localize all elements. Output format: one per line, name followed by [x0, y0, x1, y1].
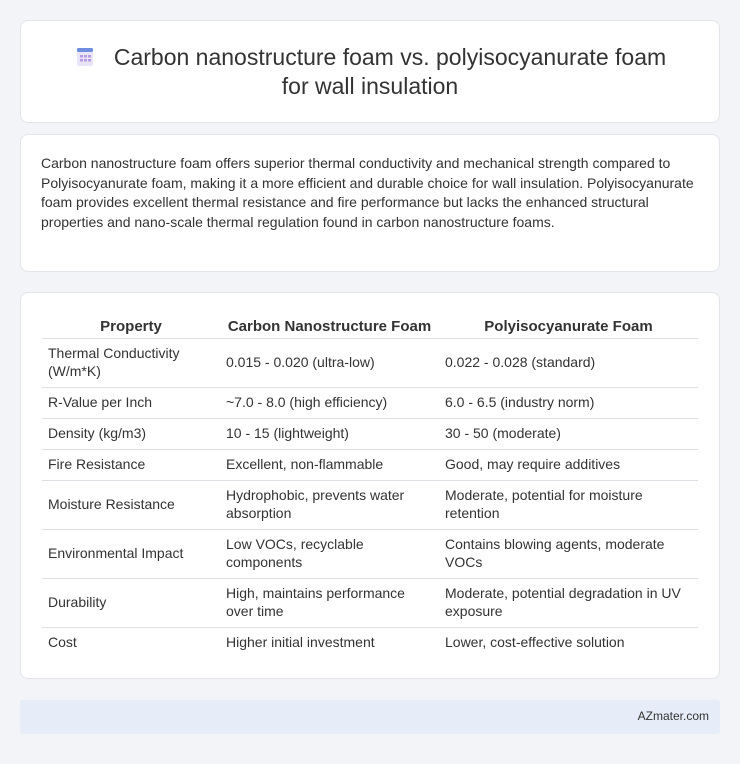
carbon-value-cell: 0.015 - 0.020 (ultra-low)	[220, 338, 439, 388]
polyiso-value-cell: 30 - 50 (moderate)	[439, 418, 698, 450]
polyiso-value-cell: Lower, cost-effective solution	[445, 634, 625, 650]
carbon-value-cell: Higher initial investment	[226, 634, 375, 650]
table-header-row: Property Carbon Nanostructure Foam Polyi…	[42, 313, 698, 339]
table-row: Durability High, maintains performance o…	[42, 578, 698, 628]
property-cell: Fire Resistance	[42, 449, 220, 481]
property-cell: Cost	[48, 634, 77, 650]
property-cell: Density (kg/m3)	[42, 418, 220, 450]
polyiso-value-cell: Moderate, potential for moisture retenti…	[439, 480, 698, 530]
polyiso-value-cell: Good, may require additives	[439, 449, 698, 481]
title-card: Carbon nanostructure foam vs. polyisocya…	[20, 20, 720, 123]
table-row: R-Value per Inch ~7.0 - 8.0 (high effici…	[42, 387, 698, 419]
property-cell: Environmental Impact	[42, 529, 220, 579]
table-row: Cost Higher initial investment Lower, co…	[42, 627, 698, 658]
header-carbon-foam: Carbon Nanostructure Foam	[220, 313, 439, 339]
polyiso-value-cell: 6.0 - 6.5 (industry norm)	[439, 387, 698, 419]
property-cell: Durability	[42, 578, 220, 628]
property-cell: R-Value per Inch	[42, 387, 220, 419]
carbon-value-cell: 10 - 15 (lightweight)	[220, 418, 439, 450]
polyiso-value-cell: Moderate, potential degradation in UV ex…	[439, 578, 698, 628]
document-icon	[76, 48, 93, 66]
polyiso-value-cell: Contains blowing agents, moderate VOCs	[439, 529, 698, 579]
carbon-value-cell: ~7.0 - 8.0 (high efficiency)	[220, 387, 439, 419]
page-title: Carbon nanostructure foam vs. polyisocya…	[113, 44, 667, 99]
table-row: Moisture Resistance Hydrophobic, prevent…	[42, 480, 698, 530]
table-row: Density (kg/m3) 10 - 15 (lightweight) 30…	[42, 418, 698, 450]
table-row: Environmental Impact Low VOCs, recyclabl…	[42, 529, 698, 579]
header-property: Property	[42, 313, 220, 339]
footer-bar: AZmater.com	[20, 700, 720, 734]
carbon-value-cell: High, maintains performance over time	[220, 578, 439, 628]
header-polyiso-foam: Polyisocyanurate Foam	[439, 313, 698, 339]
polyiso-value-cell: 0.022 - 0.028 (standard)	[439, 338, 698, 388]
summary-text: Carbon nanostructure foam offers superio…	[41, 155, 694, 230]
carbon-value-cell: Hydrophobic, prevents water absorption	[220, 480, 439, 530]
summary-card: Carbon nanostructure foam offers superio…	[20, 134, 720, 272]
comparison-table: Property Carbon Nanostructure Foam Polyi…	[42, 313, 698, 658]
page-title-wrap: Carbon nanostructure foam vs. polyisocya…	[21, 43, 719, 101]
carbon-value-cell: Low VOCs, recyclable components	[220, 529, 439, 579]
table-row: Thermal Conductivity (W/m*K) 0.015 - 0.0…	[42, 338, 698, 388]
property-cell: Thermal Conductivity (W/m*K)	[42, 338, 220, 388]
comparison-card: Property Carbon Nanostructure Foam Polyi…	[20, 292, 720, 679]
property-cell: Moisture Resistance	[42, 480, 220, 530]
carbon-value-cell: Excellent, non-flammable	[220, 449, 439, 481]
footer-brand: AZmater.com	[637, 709, 709, 723]
table-row: Fire Resistance Excellent, non-flammable…	[42, 449, 698, 481]
